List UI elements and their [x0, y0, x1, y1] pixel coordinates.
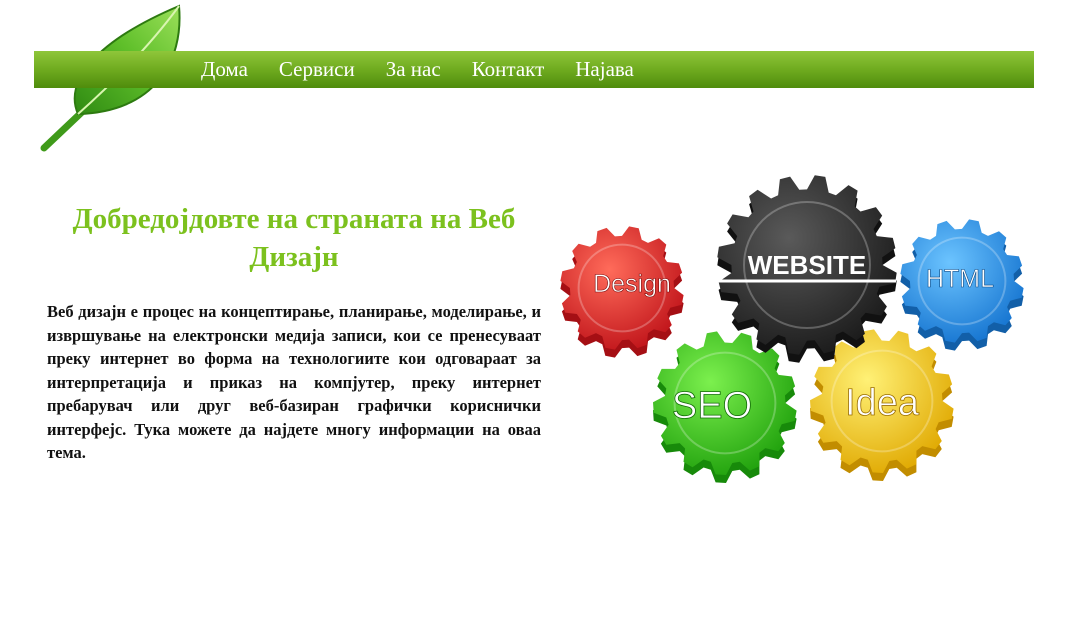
nav-bar: Дома Сервиси За нас Контакт Најава — [34, 51, 1034, 88]
intro-text: Веб дизајн е процес на концептирање, пла… — [47, 302, 541, 462]
page-title: Добредојдовте на страната на Веб Дизајн — [72, 203, 516, 273]
nav-item-contact[interactable]: Контакт — [472, 57, 545, 82]
website-label: WEBSITE — [748, 250, 866, 280]
nav-menu: Дома Сервиси За нас Контакт Најава — [201, 51, 665, 88]
nav-item-services[interactable]: Сервиси — [279, 57, 355, 82]
nav-item-home[interactable]: Дома — [201, 57, 248, 82]
design-label: Design — [593, 270, 671, 298]
gears-illustration: Design HTML SEO Idea WEBSITE — [560, 175, 1024, 483]
seo-label: SEO — [672, 385, 752, 427]
idea-label: Idea — [845, 382, 920, 424]
html-label: HTML — [926, 265, 994, 293]
nav-item-about[interactable]: За нас — [386, 57, 441, 82]
nav-item-login[interactable]: Најава — [575, 57, 634, 82]
